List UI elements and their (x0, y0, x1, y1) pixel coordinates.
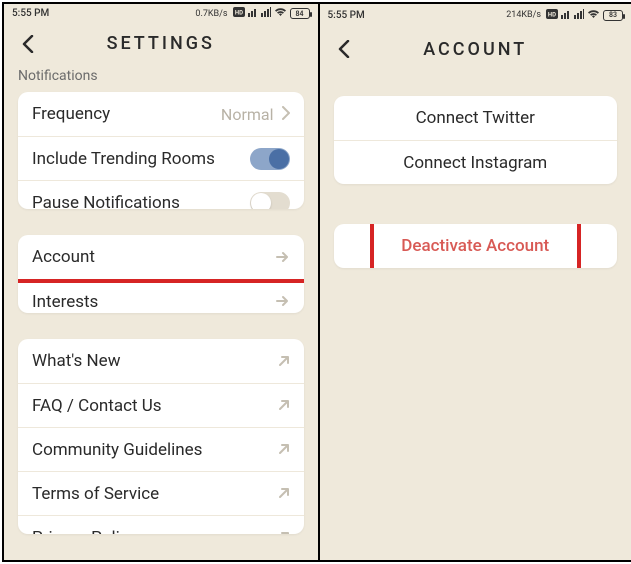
row-label: Pause Notifications (32, 193, 180, 209)
notifications-group: Frequency Normal Include Trending Rooms … (18, 92, 304, 209)
back-button[interactable] (16, 32, 40, 56)
battery-icon: 83 (603, 10, 623, 21)
page-title: SETTINGS (107, 33, 215, 54)
external-link-icon (278, 440, 290, 459)
row-account[interactable]: Account (18, 235, 304, 279)
deactivate-group: Deactivate Account (334, 224, 618, 268)
row-label: Terms of Service (32, 484, 159, 504)
connect-twitter-button[interactable]: Connect Twitter (334, 96, 618, 140)
external-link-icon (278, 528, 290, 534)
signal-4g-icon (248, 7, 258, 20)
svg-text:HD: HD (234, 10, 242, 17)
row-label: Connect Instagram (403, 153, 547, 173)
chevron-right-icon (282, 105, 290, 124)
signal-icon (261, 7, 271, 20)
header: SETTINGS (4, 23, 318, 64)
row-frequency[interactable]: Frequency Normal (18, 92, 304, 136)
frequency-value: Normal (221, 105, 274, 124)
row-terms-of-service[interactable]: Terms of Service (18, 471, 304, 515)
row-label: Privacy Policy (32, 528, 137, 534)
status-time: 5:55 PM (328, 10, 365, 21)
row-label: Deactivate Account (401, 236, 549, 256)
page-title: ACCOUNT (423, 39, 527, 60)
header: ACCOUNT (320, 26, 631, 72)
signal-4g-icon (561, 9, 571, 22)
battery-icon: 84 (290, 8, 310, 19)
external-link-icon (278, 352, 290, 371)
row-label: Account (32, 247, 95, 267)
section-notifications-label: Notifications (4, 64, 318, 92)
wifi-icon (274, 7, 287, 20)
deactivate-account-button[interactable]: Deactivate Account (334, 224, 618, 268)
row-label: FAQ / Contact Us (32, 396, 162, 416)
status-net-speed: 214KB/s (506, 10, 541, 20)
chevron-left-icon (21, 35, 35, 53)
connect-instagram-button[interactable]: Connect Instagram (334, 140, 618, 184)
toggle-trending[interactable] (250, 148, 290, 170)
row-label: Connect Twitter (416, 108, 535, 128)
status-bar: 5:55 PM 214KB/s HD 83 (320, 4, 631, 26)
account-group: Account Interests (18, 235, 304, 313)
row-interests[interactable]: Interests (18, 279, 304, 313)
hd-icon: HD (233, 7, 245, 20)
row-label: Interests (32, 292, 98, 312)
row-privacy-policy[interactable]: Privacy Policy (18, 515, 304, 534)
hd-icon: HD (546, 9, 558, 22)
status-time: 5:55 PM (12, 8, 49, 19)
wifi-icon (587, 9, 600, 22)
external-link-icon (278, 484, 290, 503)
svg-text:HD: HD (548, 11, 556, 18)
external-link-icon (278, 396, 290, 415)
back-button[interactable] (332, 37, 356, 61)
arrow-right-icon (276, 248, 290, 267)
row-community-guidelines[interactable]: Community Guidelines (18, 427, 304, 471)
row-label: What's New (32, 351, 120, 371)
status-bar: 5:55 PM 0.7KB/s HD 84 (4, 4, 318, 23)
row-label: Community Guidelines (32, 440, 202, 460)
row-label: Frequency (32, 104, 110, 124)
row-pause-notifications[interactable]: Pause Notifications (18, 180, 304, 209)
account-screen: 5:55 PM 214KB/s HD 83 ACCOUNT Connect Tw… (318, 4, 631, 560)
row-whats-new[interactable]: What's New (18, 339, 304, 383)
settings-screen: 5:55 PM 0.7KB/s HD 84 SETTINGS Notificat… (4, 4, 318, 560)
arrow-right-icon (276, 292, 290, 311)
status-net-speed: 0.7KB/s (195, 9, 227, 19)
row-trending-rooms[interactable]: Include Trending Rooms (18, 136, 304, 180)
row-faq[interactable]: FAQ / Contact Us (18, 383, 304, 427)
chevron-left-icon (337, 40, 351, 58)
signal-icon (574, 9, 584, 22)
connect-group: Connect Twitter Connect Instagram (334, 96, 618, 184)
info-group: What's New FAQ / Contact Us Community Gu… (18, 339, 304, 534)
row-label: Include Trending Rooms (32, 149, 215, 169)
toggle-pause[interactable] (250, 192, 290, 209)
